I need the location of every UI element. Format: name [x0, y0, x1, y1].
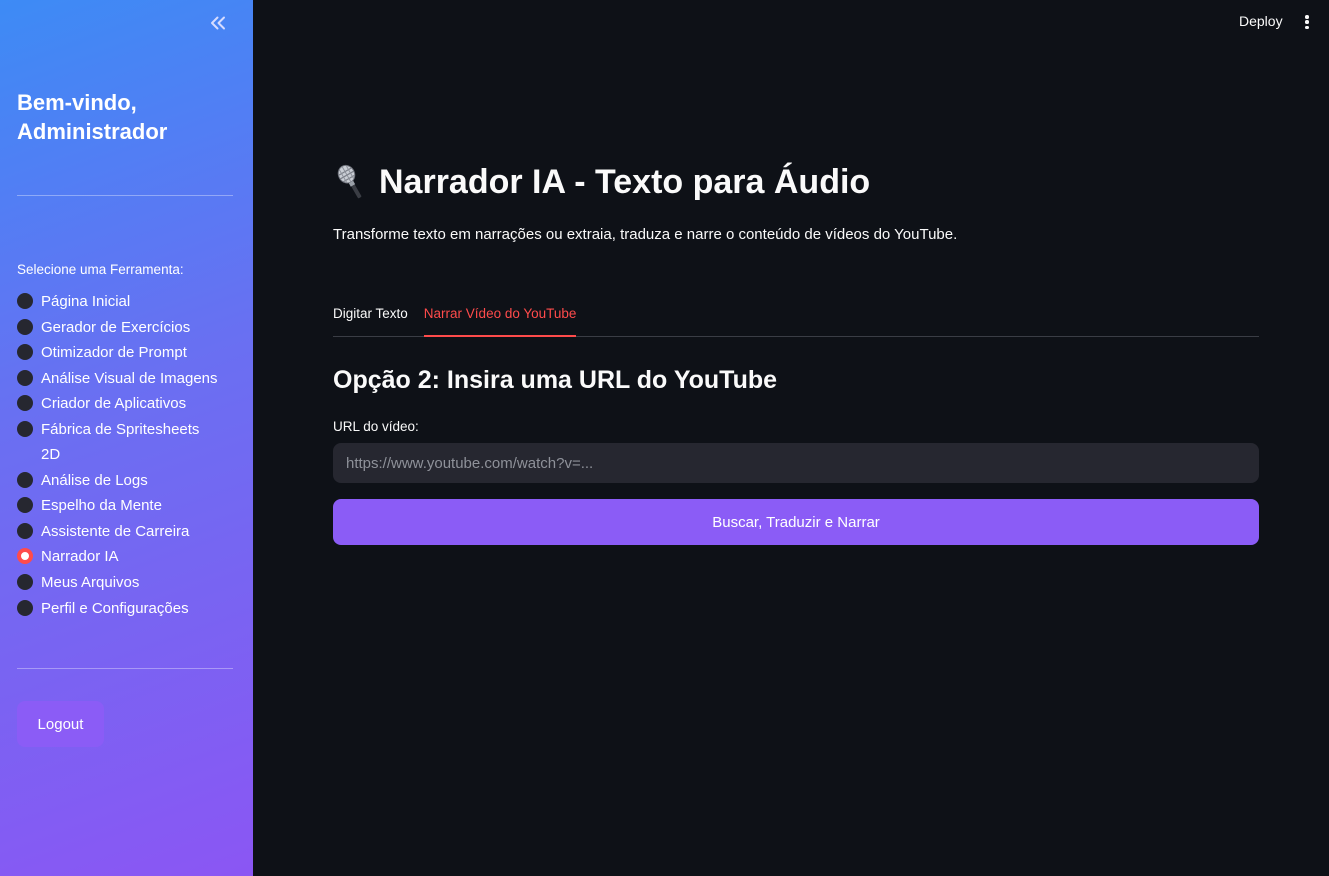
radio-label: Meus Arquivos: [41, 573, 140, 591]
radio-label: Fábrica de Spritesheets 2D: [41, 420, 200, 463]
radio-button[interactable]: [17, 293, 33, 309]
radio-item-meus-arquivos[interactable]: Meus Arquivos: [17, 570, 242, 595]
radio-button[interactable]: [17, 318, 33, 335]
radio-label: Criador de Aplicativos: [41, 395, 187, 413]
youtube-url-input[interactable]: [333, 443, 1259, 483]
deploy-button[interactable]: Deploy: [1239, 13, 1283, 29]
radio-item-analise-visual[interactable]: Análise Visual de Imagens: [17, 366, 242, 391]
radio-label: Análise de Logs: [41, 471, 148, 489]
url-field-label: URL do vídeo:: [333, 419, 419, 434]
radio-label: Espelho da Mente: [41, 497, 162, 515]
radio-label: Narrador IA: [41, 548, 119, 566]
collapse-sidebar-button[interactable]: [207, 12, 229, 34]
tab-narrar-video-youtube[interactable]: Narrar Vídeo do YouTube: [423, 300, 577, 337]
radio-button[interactable]: [17, 573, 33, 590]
page-subtitle: Transforme texto em narrações ou extraia…: [333, 226, 958, 243]
radio-button-selected[interactable]: [17, 548, 33, 565]
radio-item-assistente-carreira[interactable]: Assistente de Carreira: [17, 519, 242, 544]
double-chevron-left-icon: [211, 16, 225, 30]
radio-button[interactable]: [17, 420, 33, 437]
radio-label: Otimizador de Prompt: [41, 344, 187, 362]
page-title: Narrador IA - Texto para Áudio: [333, 162, 870, 202]
radio-item-fabrica-spritesheets[interactable]: Fábrica de Spritesheets 2D: [17, 417, 242, 467]
radio-item-espelho-mente[interactable]: Espelho da Mente: [17, 493, 242, 518]
radio-button[interactable]: [17, 395, 33, 412]
kebab-dot: [1305, 25, 1309, 29]
radio-label: Página Inicial: [41, 293, 131, 310]
radio-item-analise-logs[interactable]: Análise de Logs: [17, 468, 242, 493]
section-title: Opção 2: Insira uma URL do YouTube: [333, 366, 778, 394]
radio-button[interactable]: [17, 369, 33, 386]
radio-item-criador-aplicativos[interactable]: Criador de Aplicativos: [17, 391, 242, 416]
welcome-heading: Bem-vindo, Administrador: [17, 90, 168, 144]
radio-item-pagina-inicial[interactable]: Página Inicial: [17, 289, 242, 314]
radio-item-gerador-exercicios[interactable]: Gerador de Exercícios: [17, 315, 242, 340]
radio-label: Gerador de Exercícios: [41, 318, 191, 336]
sidebar-divider: [17, 195, 233, 196]
radio-button[interactable]: [17, 471, 33, 488]
page-title-text: Narrador IA - Texto para Áudio: [379, 162, 871, 201]
microphone-icon: [337, 164, 362, 199]
radio-button[interactable]: [17, 497, 33, 514]
logout-button[interactable]: Logout: [17, 701, 104, 747]
kebab-dot: [1305, 20, 1309, 24]
radio-button[interactable]: [17, 522, 33, 539]
tab-digitar-texto[interactable]: Digitar Texto: [333, 300, 408, 337]
radio-item-narrador-ia[interactable]: Narrador IA: [17, 544, 242, 569]
tab-bar: Digitar Texto Narrar Vídeo do YouTube: [333, 300, 1259, 337]
fetch-translate-narrate-button[interactable]: Buscar, Traduzir e Narrar: [333, 499, 1259, 545]
radio-item-otimizador-prompt[interactable]: Otimizador de Prompt: [17, 340, 242, 365]
kebab-dot: [1305, 15, 1309, 19]
sidebar-divider: [17, 668, 233, 669]
radio-label: Análise Visual de Imagens: [41, 369, 218, 387]
radio-label: Perfil e Configurações: [41, 599, 189, 617]
radio-button[interactable]: [17, 344, 33, 361]
radio-label: Assistente de Carreira: [41, 522, 190, 540]
sidebar: Bem-vindo, Administrador Selecione uma F…: [0, 0, 253, 876]
radio-item-perfil-configuracoes[interactable]: Perfil e Configurações: [17, 596, 242, 621]
radio-button[interactable]: [17, 599, 33, 616]
tool-radio-group: Página Inicial Gerador de Exercícios Oti…: [17, 289, 242, 621]
kebab-menu-icon[interactable]: [1300, 13, 1314, 31]
tool-select-label: Selecione uma Ferramenta:: [17, 262, 184, 277]
